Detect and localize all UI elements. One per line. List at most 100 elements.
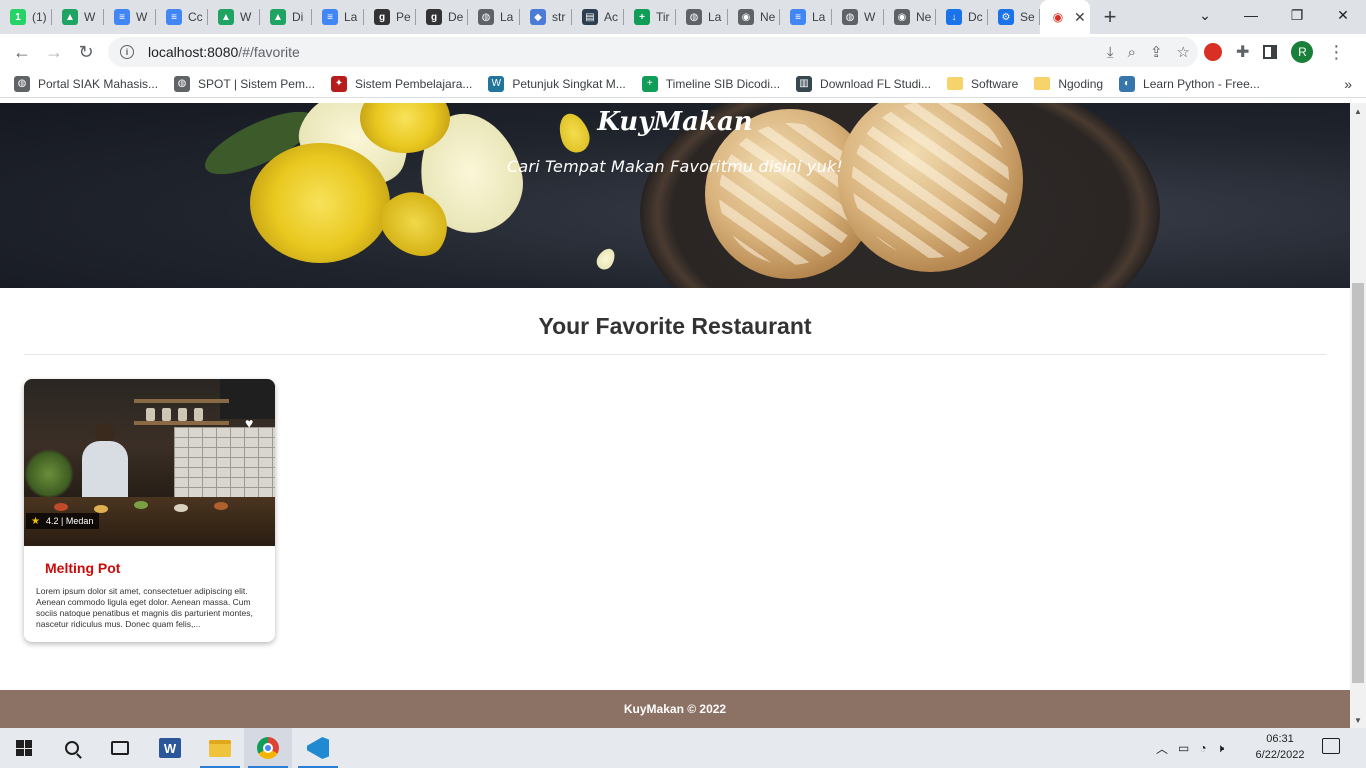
close-window-button[interactable]: ✕ <box>1320 0 1366 30</box>
zoom-icon[interactable]: ⌕ <box>1128 44 1136 61</box>
share-icon[interactable]: ⇪ <box>1150 43 1163 61</box>
url-text[interactable]: localhost:8080/#/favorite <box>148 44 300 60</box>
tab-19[interactable]: ⚙ Se <box>988 0 1040 34</box>
bookmarks-overflow-icon[interactable]: » <box>1344 76 1352 92</box>
profile-avatar[interactable]: R <box>1291 41 1314 63</box>
bookmark-label: SPOT | Sistem Pem... <box>198 76 315 91</box>
clock-date: 6/22/2022 <box>1255 749 1305 761</box>
battery-icon[interactable]: ▭ <box>1178 741 1189 755</box>
taskbar-search-button[interactable] <box>48 728 96 768</box>
dicoding-icon: ▤ <box>582 9 598 25</box>
tab-2[interactable]: ≡ W <box>104 0 156 34</box>
volume-icon[interactable]: 🕨 <box>1217 741 1225 756</box>
extensions-puzzle-icon[interactable]: ✚ <box>1236 42 1249 62</box>
tab-7[interactable]: g Pe <box>364 0 416 34</box>
minimize-button[interactable]: — <box>1228 0 1274 30</box>
globe-icon: ◍ <box>478 9 494 25</box>
tab-14[interactable]: ◉ Ne <box>728 0 780 34</box>
bookmark-star-icon[interactable]: ☆ <box>1177 43 1190 61</box>
restaurant-image-food <box>134 501 148 509</box>
side-panel-icon[interactable] <box>1263 45 1278 59</box>
tab-16[interactable]: ◍ W <box>832 0 884 34</box>
tab-15[interactable]: ≡ La <box>780 0 832 34</box>
restaurant-name-link[interactable]: Melting Pot <box>45 560 120 576</box>
scroll-up-arrow-icon[interactable]: ▲ <box>1350 103 1366 119</box>
tab-11[interactable]: ▤ Ac <box>572 0 624 34</box>
reload-icon[interactable]: ↻ <box>70 36 102 68</box>
tab-1[interactable]: ▲ W <box>52 0 104 34</box>
install-app-icon[interactable]: ⤓ <box>1107 44 1114 61</box>
bookmark-item[interactable]: ◐ Learn Python - Free... <box>1119 75 1260 92</box>
url-host: localhost:8080 <box>148 44 239 60</box>
tray-overflow-chevron-icon[interactable]: ︿ <box>1156 740 1168 757</box>
tab-label: Di <box>292 10 304 24</box>
favorite-heart-icon[interactable]: ♥ <box>245 416 259 430</box>
tab-18[interactable]: ↓ Dc <box>936 0 988 34</box>
bookmark-item[interactable]: W Petunjuk Singkat M... <box>488 75 626 92</box>
bookmark-item[interactable]: Software <box>946 77 1018 91</box>
notification-center-icon[interactable] <box>1322 738 1340 754</box>
system-tray: ︿ ▭ ◔ 🕨 <box>1156 728 1224 768</box>
tab-0[interactable]: 1 (1) <box>0 0 52 34</box>
tab-label: Ne <box>760 10 776 24</box>
forward-arrow-icon[interactable]: → <box>38 36 70 68</box>
bookmark-item[interactable]: ▥ Download FL Studi... <box>796 75 931 92</box>
taskbar-chrome-button[interactable] <box>244 728 292 768</box>
taskbar-vscode-button[interactable] <box>294 728 342 768</box>
bookmark-label: Portal SIAK Mahasis... <box>38 76 159 91</box>
restaurant-card[interactable]: ♥ ★ 4.2 | Medan Melting Pot Lorem ipsum … <box>24 379 275 642</box>
taskbar-clock[interactable]: 06:31 6/22/2022 <box>1250 731 1310 763</box>
chrome-gray-icon: ◉ <box>738 9 754 25</box>
fl-studio-icon: ▥ <box>796 75 813 92</box>
restaurant-image-food <box>54 503 68 511</box>
section-title: Your Favorite Restaurant <box>538 313 812 339</box>
tab-label: La <box>344 10 358 24</box>
bookmark-item[interactable]: ◍ SPOT | Sistem Pem... <box>174 75 315 92</box>
back-arrow-icon[interactable]: ← <box>6 36 38 68</box>
tab-label: W <box>240 10 252 24</box>
start-button[interactable] <box>0 728 48 768</box>
taskbar-file-explorer-button[interactable] <box>196 728 244 768</box>
restaurant-image[interactable]: ♥ ★ 4.2 | Medan <box>24 379 275 546</box>
new-tab-button[interactable]: + <box>1090 0 1130 34</box>
bookmark-item[interactable]: Ngoding <box>1034 77 1103 91</box>
restaurant-image-shelf <box>134 399 229 403</box>
bookmark-item[interactable]: ◍ Portal SIAK Mahasis... <box>14 75 159 92</box>
section-divider <box>24 354 1326 355</box>
tab-6[interactable]: ≡ La <box>312 0 364 34</box>
tab-12[interactable]: + Tir <box>624 0 676 34</box>
wifi-icon[interactable]: ◔ <box>1199 741 1206 755</box>
scrollbar-thumb[interactable] <box>1352 283 1364 683</box>
page-footer: KuyMakan © 2022 <box>0 690 1350 728</box>
google-docs-icon: ≡ <box>166 9 182 25</box>
tab-17[interactable]: ◉ Ne <box>884 0 936 34</box>
menu-kebab-icon[interactable]: ⋮ <box>1327 42 1345 63</box>
tab-5[interactable]: ▲ Di <box>260 0 312 34</box>
tab-10[interactable]: ◆ str <box>520 0 572 34</box>
graduation-cap-icon: ◆ <box>530 9 546 25</box>
scroll-down-arrow-icon[interactable]: ▼ <box>1350 712 1366 728</box>
wordpress-icon: W <box>488 75 505 92</box>
close-tab-icon[interactable]: ✕ <box>1074 9 1086 26</box>
tab-9[interactable]: ◍ La <box>468 0 520 34</box>
tab-3[interactable]: ≡ Cc <box>156 0 208 34</box>
tab-label: De <box>448 10 464 24</box>
hero-petal-image <box>593 245 619 273</box>
google-drive-icon: ▲ <box>62 9 78 25</box>
tab-13[interactable]: ◍ La <box>676 0 728 34</box>
tab-4[interactable]: ▲ W <box>208 0 260 34</box>
tab-active-kuymakan[interactable]: ◉ ✕ <box>1040 0 1090 34</box>
address-bar[interactable]: i localhost:8080/#/favorite ⤓ ⌕ ⇪ ☆ <box>108 37 1198 67</box>
tab-8[interactable]: g De <box>416 0 468 34</box>
task-view-button[interactable] <box>96 728 144 768</box>
site-info-icon[interactable]: i <box>120 45 134 59</box>
bookmark-item[interactable]: ✦ Sistem Pembelajara... <box>330 75 472 92</box>
tab-search-chevron-icon[interactable]: ⌄ <box>1182 0 1228 30</box>
restore-button[interactable]: ❐ <box>1274 0 1320 30</box>
taskbar-word-button[interactable]: W <box>146 728 194 768</box>
adblock-extension-icon[interactable] <box>1204 43 1222 61</box>
bookmark-item[interactable]: + Timeline SIB Dicodi... <box>641 75 780 92</box>
omnibox-actions: ⤓ ⌕ ⇪ ☆ <box>1107 37 1190 67</box>
tab-label: Ne <box>916 10 932 24</box>
page-scrollbar[interactable]: ▲ ▼ <box>1350 103 1366 728</box>
